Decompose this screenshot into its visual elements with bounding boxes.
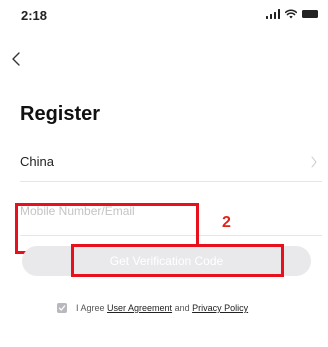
agreement-conjunction: and xyxy=(172,303,193,313)
agreement-checkbox[interactable] xyxy=(57,303,67,313)
agreement-prefix: I Agree xyxy=(76,303,108,313)
battery-icon xyxy=(302,10,318,18)
get-verification-code-button[interactable]: Get Verification Code xyxy=(22,246,311,276)
page-title: Register xyxy=(20,103,101,125)
annotation-step-number: 2 xyxy=(222,214,231,231)
divider xyxy=(20,235,322,236)
verify-button-label: Get Verification Code xyxy=(109,254,224,268)
back-chevron-icon[interactable] xyxy=(10,49,24,69)
signal-icon xyxy=(265,9,280,19)
wifi-icon xyxy=(285,9,297,19)
checkmark-icon xyxy=(58,305,66,311)
mobile-email-input[interactable] xyxy=(20,200,310,222)
country-value: China xyxy=(20,154,54,169)
status-bar: 2:18 xyxy=(0,0,328,40)
privacy-policy-link[interactable]: Privacy Policy xyxy=(192,303,248,313)
country-selector[interactable]: China xyxy=(20,146,320,182)
divider xyxy=(20,181,322,182)
status-time: 2:18 xyxy=(21,8,48,23)
user-agreement-link[interactable]: User Agreement xyxy=(107,303,172,313)
status-icons xyxy=(265,9,318,19)
chevron-right-icon xyxy=(311,156,317,168)
agreement-row: I Agree User Agreement and Privacy Polic… xyxy=(57,303,248,313)
